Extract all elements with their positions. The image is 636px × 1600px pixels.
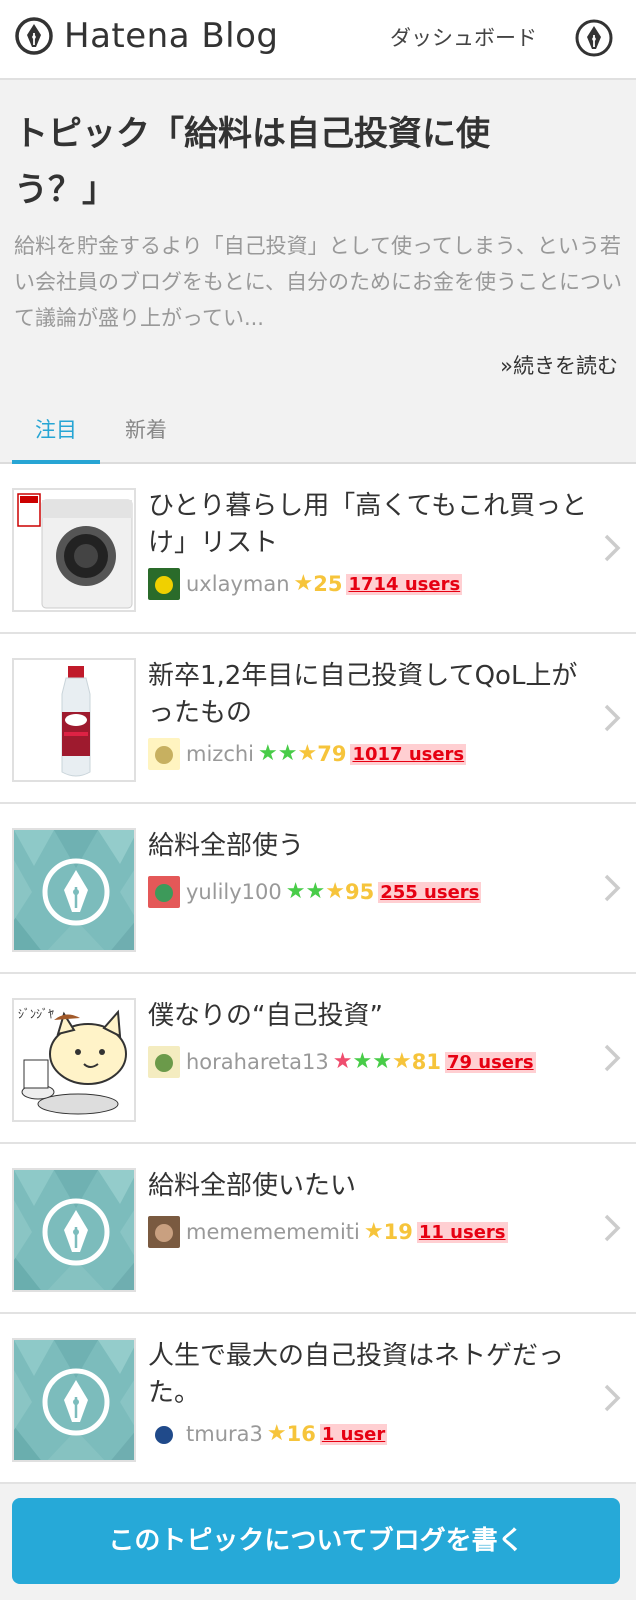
user-avatar[interactable] (148, 568, 180, 600)
dashboard-link[interactable]: ダッシュボード (390, 22, 537, 52)
entry-meta: tmura3 ★ 16 1 user (148, 1418, 388, 1450)
entry-username[interactable]: yulily100 (186, 880, 282, 904)
star-count: 16 (286, 1422, 316, 1446)
star-list[interactable]: ★ 25 (294, 572, 343, 596)
entry-username[interactable]: mememememiti (186, 1220, 360, 1244)
bookmark-users-count[interactable]: 255 users (378, 881, 482, 903)
entry-thumbnail[interactable] (12, 488, 136, 612)
chevron-right-icon (604, 1214, 621, 1242)
star-icon: ★ (352, 1049, 373, 1074)
chevron-right-icon (604, 1384, 621, 1412)
entry-thumbnail[interactable] (12, 828, 136, 952)
entry-thumbnail[interactable]: ｼﾞﾝｼﾞﾔ (12, 998, 136, 1122)
entry-meta: uxlayman ★ 25 1714 users (148, 568, 463, 600)
entry-title[interactable]: 給料全部使う (148, 828, 588, 865)
user-avatar[interactable] (148, 1418, 180, 1450)
bookmark-users-count[interactable]: 1 user (319, 1423, 388, 1445)
star-icon: ★ (372, 1049, 392, 1074)
entry-username[interactable]: tmura3 (186, 1422, 263, 1446)
bookmark-users-count[interactable]: 1017 users (350, 743, 467, 765)
star-list[interactable]: ★ ★ ★ ★ 81 (333, 1050, 441, 1074)
entry-title[interactable]: 新卒1,2年目に自己投資してQoL上がったもの (148, 658, 588, 732)
brand-name: Hatena Blog (64, 16, 279, 56)
app-header: Hatena Blog ダッシュボード (0, 0, 636, 80)
star-count: 79 (317, 742, 347, 766)
star-list[interactable]: ★ ★ ★ 95 (286, 880, 374, 904)
star-list[interactable]: ★ ★ ★ 79 (258, 742, 346, 766)
star-icon: ★ (363, 1219, 384, 1244)
star-count: 25 (313, 572, 343, 596)
star-icon: ★ (297, 741, 318, 766)
entry-tabs: 注目 新着 (0, 400, 636, 464)
entry-item[interactable]: 新卒1,2年目に自己投資してQoL上がったもの mizchi ★ ★ ★ 79 101… (0, 634, 636, 804)
hatena-blog-logo[interactable]: Hatena Blog (14, 16, 279, 56)
chevron-right-icon (604, 704, 621, 732)
star-count: 95 (344, 880, 375, 904)
user-menu-button[interactable] (574, 18, 614, 62)
chevron-right-icon (604, 534, 621, 562)
entry-title[interactable]: 僕なりの“自己投資” (148, 998, 588, 1035)
star-icon: ★ (391, 1049, 412, 1074)
hatena-pen-logo-icon (15, 17, 53, 55)
user-avatar[interactable] (148, 1216, 180, 1248)
user-avatar[interactable] (148, 738, 180, 770)
tab-featured[interactable]: 注目 (12, 414, 100, 464)
write-blog-button[interactable]: このトピックについてブログを書く (12, 1498, 620, 1584)
user-avatar[interactable] (148, 1046, 180, 1078)
entry-username[interactable]: mizchi (186, 742, 254, 766)
star-count: 81 (411, 1050, 441, 1074)
entry-username[interactable]: horahareta13 (186, 1050, 329, 1074)
entry-thumbnail[interactable] (12, 1168, 136, 1292)
star-icon: ★ (266, 1421, 287, 1446)
entry-title[interactable]: ひとり暮らし用「高くてもこれ買っとけ」リスト (148, 488, 588, 562)
entry-thumbnail[interactable] (12, 1338, 136, 1462)
user-avatar[interactable] (148, 876, 180, 908)
entry-meta: horahareta13 ★ ★ ★ ★ 81 79 users (148, 1046, 536, 1078)
star-icon: ★ (277, 741, 298, 766)
star-count: 19 (383, 1220, 413, 1244)
entry-item[interactable]: 給料全部使いたい mememememiti ★ 19 11 users (0, 1144, 636, 1314)
topic-description: 給料を貯金するより「自己投資」として使ってしまう、という若い会社員のブログをもと… (14, 234, 622, 330)
entry-title[interactable]: 人生で最大の自己投資はネトゲだった。 (148, 1338, 588, 1412)
star-icon: ★ (332, 1049, 353, 1074)
entry-list: ひとり暮らし用「高くてもこれ買っとけ」リスト uxlayman ★ 25 1714… (0, 464, 636, 1484)
entry-meta: mememememiti ★ 19 11 users (148, 1216, 508, 1248)
svg-text:ｼﾞﾝｼﾞﾔ: ｼﾞﾝｼﾞﾔ (18, 1007, 54, 1021)
entry-item[interactable]: ひとり暮らし用「高くてもこれ買っとけ」リスト uxlayman ★ 25 1714… (0, 464, 636, 634)
tab-new[interactable]: 新着 (118, 414, 174, 464)
star-icon: ★ (285, 879, 306, 904)
bookmark-users-count[interactable]: 11 users (416, 1221, 508, 1243)
entry-item[interactable]: 人生で最大の自己投資はネトゲだった。 tmura3 ★ 16 1 user (0, 1314, 636, 1484)
read-more-link[interactable]: »続きを読む (500, 350, 618, 380)
entry-meta: yulily100 ★ ★ ★ 95 255 users (148, 876, 482, 908)
bookmark-users-count[interactable]: 79 users (444, 1051, 536, 1073)
entry-username[interactable]: uxlayman (186, 572, 290, 596)
entry-item[interactable]: ｼﾞﾝｼﾞﾔ 僕なりの“自己投資” horahareta13 ★ ★ ★ ★ 81 79… (0, 974, 636, 1144)
bookmark-users-count[interactable]: 1714 users (346, 573, 463, 595)
star-icon: ★ (305, 879, 326, 904)
topic-title: トピック「給料は自己投資に使う？」 (14, 114, 490, 210)
user-pen-icon (575, 19, 613, 57)
star-icon: ★ (258, 741, 278, 766)
star-icon: ★ (293, 571, 314, 596)
chevron-right-icon (604, 1044, 621, 1072)
entry-thumbnail[interactable] (12, 658, 136, 782)
entry-title[interactable]: 給料全部使いたい (148, 1168, 588, 1205)
star-icon: ★ (325, 879, 345, 904)
star-list[interactable]: ★ 19 (364, 1220, 413, 1244)
entry-meta: mizchi ★ ★ ★ 79 1017 users (148, 738, 467, 770)
star-list[interactable]: ★ 16 (267, 1422, 316, 1446)
chevron-right-icon (604, 874, 621, 902)
entry-item[interactable]: 給料全部使う yulily100 ★ ★ ★ 95 255 users (0, 804, 636, 974)
